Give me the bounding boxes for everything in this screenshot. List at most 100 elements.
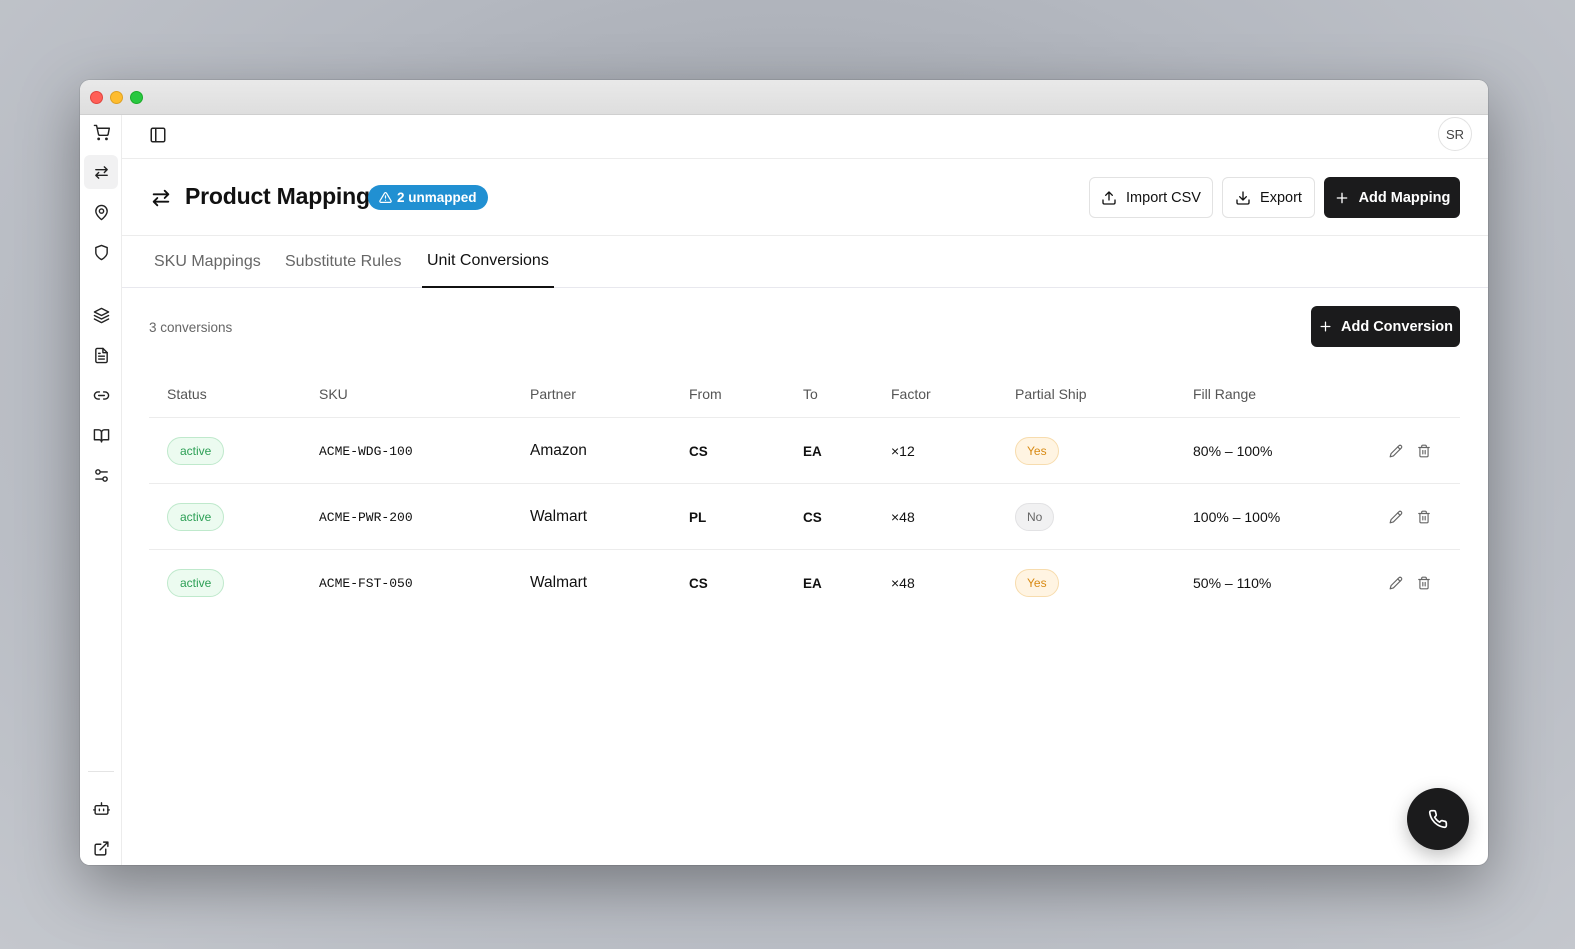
column-header-from[interactable]: From [689, 370, 722, 418]
warning-icon [379, 192, 392, 203]
delete-button[interactable] [1417, 576, 1431, 590]
page-header: Product Mapping 2 unmapped Import CSV Ex… [122, 159, 1488, 236]
download-icon [1236, 190, 1250, 205]
status-badge: active [167, 503, 225, 531]
trash-icon [1418, 510, 1430, 524]
export-label: Export [1260, 189, 1302, 206]
partial-ship-badge: Yes [1015, 569, 1059, 597]
page-title: Product Mapping [185, 183, 370, 209]
unmapped-badge[interactable]: 2 unmapped [368, 185, 488, 210]
to-unit-cell: EA [803, 575, 822, 591]
column-header-to[interactable]: To [803, 370, 818, 418]
sliders-icon [94, 468, 108, 482]
import-csv-button[interactable]: Import CSV [1089, 177, 1213, 218]
fill-range-cell: 50% – 110% [1193, 575, 1272, 591]
sidebar-item-security[interactable] [84, 235, 118, 269]
partial-ship-badge: Yes [1015, 437, 1059, 465]
sidebar-item-links[interactable] [84, 378, 118, 412]
sidebar-divider [88, 771, 114, 772]
export-button[interactable]: Export [1222, 177, 1315, 218]
table-row[interactable]: active ACME-FST-050 Walmart CS EA ×48 Ye… [149, 550, 1460, 616]
partner-cell: Walmart [530, 574, 588, 591]
sidebar-item-documents[interactable] [84, 338, 118, 372]
trash-icon [1418, 576, 1430, 590]
conversion-count: 3 conversions [149, 320, 233, 335]
column-header-partial-ship[interactable]: Partial Ship [1015, 370, 1087, 418]
fill-range-cell: 100% – 100% [1193, 509, 1281, 525]
sku-cell: ACME-FST-050 [319, 575, 413, 591]
minimize-window-button[interactable] [110, 91, 123, 104]
link-icon [93, 390, 109, 400]
sidebar-item-product-mapping[interactable] [84, 155, 118, 189]
column-header-factor[interactable]: Factor [891, 370, 931, 418]
layers-icon [93, 307, 109, 323]
add-mapping-label: Add Mapping [1358, 189, 1451, 206]
unmapped-badge-label: 2 unmapped [397, 190, 477, 205]
sku-cell: ACME-WDG-100 [319, 443, 413, 459]
upload-icon [1102, 190, 1116, 205]
toggle-sidebar-button[interactable] [146, 123, 170, 147]
maximize-window-button[interactable] [130, 91, 143, 104]
edit-button[interactable] [1389, 510, 1403, 524]
table-row[interactable]: active ACME-WDG-100 Amazon CS EA ×12 Yes… [149, 418, 1460, 484]
user-avatar[interactable]: SR [1438, 117, 1472, 151]
sidebar-item-assistant[interactable] [84, 791, 118, 825]
shield-icon [94, 244, 108, 260]
factor-cell: ×12 [891, 443, 915, 459]
trash-icon [1418, 444, 1430, 458]
external-link-icon [93, 840, 109, 856]
status-badge: active [167, 569, 225, 597]
tab-substitute-rules[interactable]: Substitute Rules [280, 236, 407, 288]
from-unit-cell: CS [689, 443, 708, 459]
tab-bar: SKU Mappings Substitute Rules Unit Conve… [122, 236, 1488, 288]
to-unit-cell: CS [803, 509, 822, 525]
title-bar [80, 80, 1488, 115]
from-unit-cell: PL [689, 509, 707, 525]
tab-unit-conversions[interactable]: Unit Conversions [422, 236, 554, 288]
status-badge: active [167, 437, 225, 465]
pencil-icon [1389, 444, 1403, 458]
table-header: Status SKU Partner From To Factor Partia… [149, 370, 1460, 418]
main-area: SR Product Mapping 2 unmapped Import CSV… [122, 115, 1488, 865]
fill-range-cell: 80% – 100% [1193, 443, 1273, 459]
edit-button[interactable] [1389, 576, 1403, 590]
sidebar-item-orders[interactable] [84, 115, 118, 149]
column-header-partner[interactable]: Partner [530, 370, 576, 418]
sidebar-item-settings[interactable] [84, 458, 118, 492]
factor-cell: ×48 [891, 509, 915, 525]
plus-icon [1336, 192, 1347, 203]
partial-ship-badge: No [1015, 503, 1055, 531]
sidebar-item-external[interactable] [84, 831, 118, 865]
panel-left-icon [150, 127, 166, 143]
to-unit-cell: EA [803, 443, 822, 459]
delete-button[interactable] [1417, 444, 1431, 458]
sidebar-item-docs[interactable] [84, 418, 118, 452]
sidebar [80, 115, 122, 865]
column-header-fill-range[interactable]: Fill Range [1193, 370, 1256, 418]
add-conversion-button[interactable]: Add Conversion [1311, 306, 1460, 347]
app-window: SR Product Mapping 2 unmapped Import CSV… [80, 80, 1488, 865]
close-window-button[interactable] [90, 91, 103, 104]
add-mapping-button[interactable]: Add Mapping [1324, 177, 1460, 218]
edit-button[interactable] [1389, 444, 1403, 458]
phone-icon [1428, 809, 1448, 829]
document-icon [94, 347, 108, 363]
tab-sku-mappings[interactable]: SKU Mappings [149, 236, 266, 288]
factor-cell: ×48 [891, 575, 915, 591]
sidebar-item-layers[interactable] [84, 298, 118, 332]
top-bar: SR [122, 115, 1488, 159]
column-header-sku[interactable]: SKU [319, 370, 348, 418]
cart-icon [93, 124, 110, 140]
partner-cell: Walmart [530, 508, 588, 525]
from-unit-cell: CS [689, 575, 708, 591]
column-header-status[interactable]: Status [167, 370, 207, 418]
arrows-swap-icon [152, 189, 170, 207]
table-row[interactable]: active ACME-PWR-200 Walmart PL CS ×48 No… [149, 484, 1460, 550]
call-fab-button[interactable] [1407, 788, 1469, 850]
import-csv-label: Import CSV [1126, 189, 1201, 206]
sku-cell: ACME-PWR-200 [319, 509, 413, 525]
sidebar-item-locations[interactable] [84, 195, 118, 229]
delete-button[interactable] [1417, 510, 1431, 524]
book-icon [93, 428, 109, 443]
plus-icon [1320, 321, 1331, 332]
